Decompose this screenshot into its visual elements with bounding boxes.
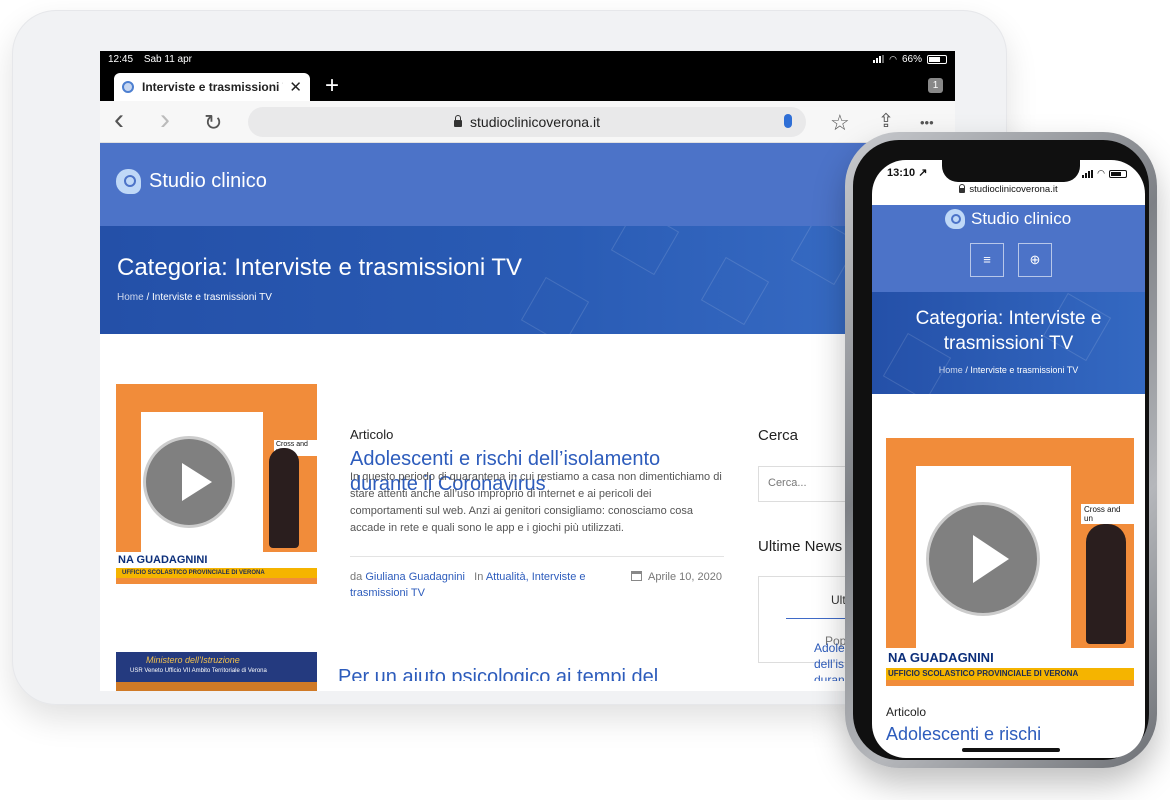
phone-address-bar[interactable]: studioclinicoverona.it <box>872 184 1145 195</box>
site-logo[interactable]: Studio clinico <box>945 209 1071 229</box>
breadcrumb: Home / Interviste e trasmissioni TV <box>117 292 272 303</box>
search-button[interactable]: ⊕ <box>1018 243 1052 277</box>
lock-icon <box>959 184 966 193</box>
post-thumbnail[interactable]: Ministero dell'Istruzione USR Veneto Uff… <box>116 652 317 691</box>
person-figure <box>269 448 299 548</box>
post-type: Articolo <box>886 705 927 719</box>
browser-tab[interactable]: Interviste e trasmissioni TV ✕ <box>114 73 310 101</box>
bookmark-star-icon[interactable]: ☆ <box>830 110 850 136</box>
site-header: Studio clinico <box>100 143 955 226</box>
post-thumbnail[interactable]: Cross and un NA GUADAGNINI UFFICIO SCOLA… <box>886 438 1134 686</box>
battery-percent: 66% <box>901 53 922 65</box>
address-bar[interactable]: studioclinicoverona.it <box>248 107 806 137</box>
phone-page-title: Categoria: Interviste e trasmissioni TV <box>915 308 1102 354</box>
tab-count-badge[interactable]: 1 <box>928 78 943 93</box>
battery-icon <box>927 54 947 64</box>
menu-button[interactable]: ≡ <box>970 243 1004 277</box>
close-tab-icon[interactable]: ✕ <box>289 78 302 96</box>
forward-icon[interactable]: › <box>160 103 170 137</box>
search-heading: Cerca <box>758 427 799 444</box>
url-text: studioclinicoverona.it <box>470 114 600 130</box>
post-title-link[interactable]: Adolescenti e rischi <box>886 722 1136 746</box>
breadcrumb-current: Interviste e trasmissioni TV <box>152 292 272 303</box>
phone-screen: 13:10 ↗ ◠ studioclinicoverona.it Studio … <box>872 160 1145 758</box>
battery-icon <box>1109 169 1127 178</box>
author-link[interactable]: Giuliana Guadagnini <box>365 571 465 583</box>
phone-status-time: 13:10 ↗ <box>887 167 928 179</box>
status-bar: 12:45 Sab 11 apr ◠ 66% <box>100 51 955 67</box>
post-thumbnail[interactable]: Cross and un NA GUADAGNINI UFFICIO SCOLA… <box>116 384 317 584</box>
main-content: Cross and un NA GUADAGNINI UFFICIO SCOLA… <box>100 334 955 691</box>
tablet-screen: 12:45 Sab 11 apr ◠ 66% Interviste e tras… <box>100 51 955 691</box>
post-meta: da Giuliana Guadagnini In Attualità, Int… <box>350 571 586 599</box>
wifi-icon: ◠ <box>1097 168 1105 178</box>
favicon-icon <box>122 81 134 93</box>
status-date: Sab 11 apr <box>143 53 192 65</box>
browser-toolbar: ‹ › ↻ studioclinicoverona.it ☆ ⇪ ••• <box>100 101 955 143</box>
post-type: Articolo <box>350 427 394 442</box>
category-hero: Categoria: Interviste e trasmissioni TV … <box>100 226 955 334</box>
wifi-icon: ◠ <box>889 53 897 64</box>
phone-category-hero: Categoria: Interviste e trasmissioni TV … <box>872 292 1145 394</box>
play-icon[interactable] <box>143 436 235 528</box>
microphone-icon[interactable] <box>784 114 792 128</box>
divider <box>350 556 724 557</box>
person-figure <box>1086 524 1126 644</box>
post-date: Aprile 10, 2020 <box>631 569 722 585</box>
play-icon[interactable] <box>926 502 1040 616</box>
reload-icon[interactable]: ↻ <box>204 110 222 136</box>
page-title: Categoria: Interviste e trasmissioni TV <box>117 254 523 281</box>
breadcrumb-home[interactable]: Home <box>117 292 144 303</box>
new-tab-icon[interactable]: + <box>325 72 339 100</box>
thumb-sub: UFFICIO SCOLASTICO PROVINCIALE DI VERONA <box>116 568 317 578</box>
status-time: 12:45 <box>108 53 134 65</box>
tab-title: Interviste e trasmissioni TV <box>142 80 284 94</box>
news-heading: Ultime News <box>758 538 843 555</box>
category-link[interactable]: Attualità <box>486 571 526 583</box>
post-excerpt: In questo periodo di quarantena in cui r… <box>350 471 722 534</box>
logo-text: Studio clinico <box>149 170 267 192</box>
brain-head-icon <box>945 209 965 229</box>
signal-icon <box>873 55 885 63</box>
lock-icon <box>454 114 463 127</box>
breadcrumb: Home / Interviste e trasmissioni TV <box>938 365 1079 375</box>
browser-tab-bar: Interviste e trasmissioni TV ✕ + 1 <box>100 67 955 101</box>
share-icon[interactable]: ⇪ <box>878 110 894 133</box>
thumb-band: NA GUADAGNINI <box>116 552 317 568</box>
brain-head-icon <box>116 169 141 194</box>
calendar-icon <box>631 571 642 581</box>
post-title-link[interactable]: Per un aiuto psicologico ai tempi del <box>338 665 688 681</box>
home-indicator <box>962 748 1060 752</box>
more-icon[interactable]: ••• <box>920 115 934 130</box>
site-logo[interactable]: Studio clinico <box>116 169 267 194</box>
signal-icon <box>1082 169 1094 178</box>
phone-device: 13:10 ↗ ◠ studioclinicoverona.it Studio … <box>845 132 1157 768</box>
notch <box>942 160 1080 182</box>
phone-site-header: Studio clinico ≡ ⊕ <box>872 205 1145 292</box>
back-icon[interactable]: ‹ <box>114 103 124 137</box>
